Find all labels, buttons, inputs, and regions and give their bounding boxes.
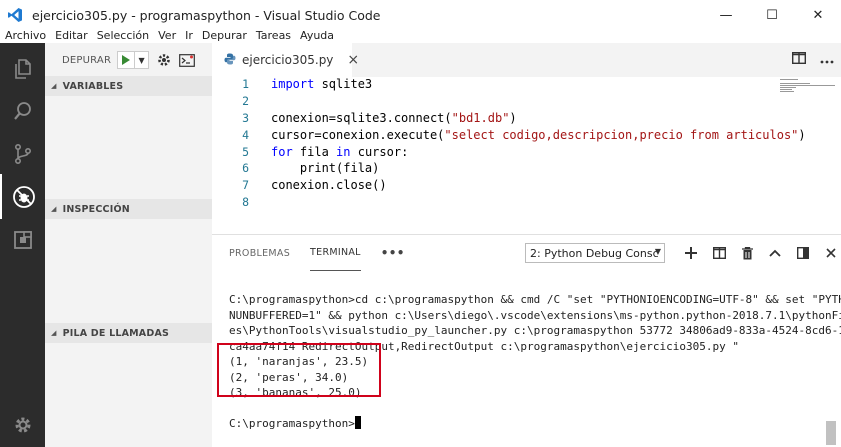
code-line: 7 conexion.close(): [212, 177, 782, 194]
menu-ayuda[interactable]: Ayuda: [300, 30, 334, 41]
code-text: for fila in cursor:: [271, 144, 409, 159]
variables-section-header[interactable]: ◢ VARIABLES: [45, 76, 212, 96]
close-panel-icon[interactable]: [817, 248, 841, 258]
minimap[interactable]: [780, 79, 835, 97]
more-views-icon[interactable]: •••: [381, 246, 405, 260]
call-stack-label: PILA DE LLAMADAS: [62, 327, 170, 339]
debug-console-icon[interactable]: [179, 53, 196, 67]
line-number: 7: [242, 178, 249, 193]
editor-tab-bar: ejercicio305.py ×: [212, 43, 841, 77]
extensions-icon[interactable]: [0, 217, 45, 262]
terminal-select[interactable]: 2: Python Debug Consc ▼: [525, 243, 665, 263]
tab-label: ejercicio305.py: [242, 53, 334, 67]
close-window-button[interactable]: ✕: [795, 0, 841, 30]
tab-terminal[interactable]: TERMINAL: [310, 235, 361, 271]
menu-ver[interactable]: Ver: [158, 30, 176, 41]
play-icon: [122, 55, 131, 65]
search-icon[interactable]: [0, 88, 45, 133]
split-terminal-icon[interactable]: [705, 247, 733, 259]
code-line: 1 import sqlite3: [212, 76, 782, 93]
code-text: cursor=conexion.execute("select codigo,d…: [271, 127, 806, 142]
maximize-button[interactable]: ☐: [749, 0, 795, 30]
title-bar: ejercicio305.py - programaspython - Visu…: [0, 0, 841, 30]
menu-ir[interactable]: Ir: [185, 30, 193, 41]
debug-label: DEPURAR: [62, 54, 112, 66]
menu-archivo[interactable]: Archivo: [5, 30, 46, 41]
chevron-down-icon: ◢: [51, 205, 57, 213]
terminal-prompt-line: C:\programaspython>: [229, 416, 829, 432]
debug-config-group: ▼: [117, 51, 150, 69]
code-text: import sqlite3: [271, 77, 373, 92]
toggle-panel-icon[interactable]: [789, 247, 817, 259]
debug-config-dropdown[interactable]: ▼: [134, 52, 148, 68]
trash-icon[interactable]: [733, 246, 761, 260]
code-text: print(fila): [271, 161, 380, 176]
vscode-logo-icon: [0, 0, 30, 30]
code-text: conexion.close(): [271, 178, 387, 193]
gear-icon[interactable]: [157, 53, 171, 67]
menu-editar[interactable]: Editar: [55, 30, 88, 41]
menu-depurar[interactable]: Depurar: [202, 30, 247, 41]
python-file-icon: [224, 53, 236, 68]
menu-seleccion[interactable]: Selección: [97, 30, 149, 41]
line-number: 2: [242, 94, 249, 109]
call-stack-section-header[interactable]: ◢ PILA DE LLAMADAS: [45, 323, 212, 343]
chevron-down-icon: ▼: [654, 247, 661, 256]
code-editor[interactable]: 1 import sqlite3 2 3 conexion=sqlite3.co…: [212, 77, 841, 234]
output-highlight-annotation: [217, 343, 381, 397]
watch-label: INSPECCIÓN: [62, 203, 130, 215]
terminal-cursor: [354, 416, 361, 429]
terminal-line: C:\programaspython>cd c:\programaspython…: [229, 293, 841, 306]
panel-actions: [677, 243, 841, 263]
start-debugging-button[interactable]: [118, 52, 134, 68]
chevron-up-icon[interactable]: [761, 249, 789, 257]
watch-section-header[interactable]: ◢ INSPECCIÓN: [45, 199, 212, 219]
chevron-down-icon: ◢: [51, 82, 57, 90]
new-terminal-icon[interactable]: [677, 247, 705, 259]
bottom-panel: PROBLEMAS TERMINAL ••• 2: Python Debug C…: [212, 234, 841, 447]
chevron-down-icon: ◢: [51, 329, 57, 337]
split-editor-icon[interactable]: [785, 51, 813, 68]
tab-ejercicio305[interactable]: ejercicio305.py ×: [212, 43, 359, 77]
line-number: 5: [242, 144, 249, 159]
terminal-line: NUNBUFFERED=1" && python c:\Users\diego\…: [229, 308, 841, 322]
tab-close-icon[interactable]: ×: [347, 52, 359, 68]
debug-toolbar: DEPURAR ▼: [45, 43, 212, 77]
code-line: 6 print(fila): [212, 160, 782, 177]
debug-sidebar: DEPURAR ▼ ◢ VARIABLES ◢ INSPECCIÓN ◢ PIL…: [45, 43, 212, 447]
debug-icon[interactable]: [0, 174, 45, 219]
window-title: ejercicio305.py - programaspython - Visu…: [32, 7, 381, 23]
more-actions-icon[interactable]: [813, 52, 841, 68]
code-line: 2: [212, 93, 782, 110]
menu-tareas[interactable]: Tareas: [256, 30, 291, 41]
code-line: 3 conexion=sqlite3.connect("bd1.db"): [212, 110, 782, 127]
minimize-button[interactable]: —: [703, 0, 749, 30]
menu-bar: Archivo Editar Selección Ver Ir Depurar …: [0, 30, 841, 43]
line-number: 6: [242, 161, 249, 176]
code-line: 5 for fila in cursor:: [212, 143, 782, 160]
settings-gear-icon[interactable]: [0, 402, 45, 447]
line-number: 4: [242, 127, 249, 142]
line-number: 3: [242, 110, 249, 125]
terminal-scrollbar[interactable]: [826, 421, 836, 445]
terminal-select-value: 2: Python Debug Consc: [530, 246, 659, 260]
terminal-prompt: C:\programaspython>: [229, 417, 355, 430]
activity-bar: [0, 43, 45, 447]
line-number: 8: [242, 194, 249, 209]
tab-problems[interactable]: PROBLEMAS: [229, 235, 290, 271]
editor-actions: [785, 43, 841, 77]
code-line: 8: [212, 194, 782, 211]
variables-label: VARIABLES: [62, 80, 124, 92]
code-line: 4 cursor=conexion.execute("select codigo…: [212, 126, 806, 143]
line-number: 1: [242, 77, 249, 92]
terminal-line: es\PythonTools\visualstudio_py_launcher.…: [229, 324, 841, 337]
code-text: conexion=sqlite3.connect("bd1.db"): [271, 110, 517, 125]
source-control-icon[interactable]: [0, 131, 45, 176]
explorer-icon[interactable]: [0, 46, 45, 91]
